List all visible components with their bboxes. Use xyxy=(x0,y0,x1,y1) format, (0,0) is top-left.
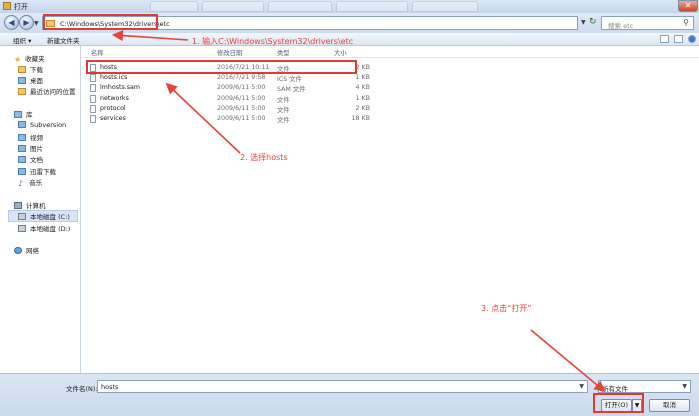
chevron-down-icon[interactable]: ▼ xyxy=(682,383,687,390)
nav-drive-d[interactable]: 本地磁盘 (D:) xyxy=(18,223,70,233)
refresh-icon[interactable]: ↻ xyxy=(589,17,597,27)
nav-pictures[interactable]: 图片 xyxy=(18,143,43,153)
navigation-pane: ★ 收藏夹 下载 桌面 最近访问的位置 库 Subversion 视频 图片 文档… xyxy=(0,46,81,373)
network-icon xyxy=(14,247,22,254)
file-icon xyxy=(90,115,96,123)
annotation-step2: 2. 选择hosts xyxy=(240,153,288,162)
address-dropdown-icon[interactable]: ▼ xyxy=(581,19,586,26)
downloads-icon xyxy=(18,66,26,73)
nav-videos[interactable]: 视频 xyxy=(18,132,43,142)
search-placeholder: 搜索 etc xyxy=(608,22,634,30)
nav-downloads[interactable]: 下载 xyxy=(18,64,43,74)
file-list: 名称 修改日期 类型 大小 hosts 2016/7/21 10:11 文件 2… xyxy=(81,46,699,373)
nav-subversion[interactable]: Subversion xyxy=(18,121,66,129)
address-bar[interactable]: C:\Windows\System32\drivers\etc xyxy=(42,16,578,30)
folder-icon xyxy=(46,20,55,27)
nav-recent[interactable]: 最近访问的位置 xyxy=(18,86,76,96)
file-icon xyxy=(90,84,96,92)
open-button[interactable]: 打开(O) xyxy=(601,399,632,412)
subversion-icon xyxy=(18,121,26,128)
file-row[interactable]: lmhosts.sam 2009/6/11 5:00 SAM 文件 4 KB xyxy=(87,83,372,93)
chevron-down-icon[interactable]: ▼ xyxy=(579,383,584,390)
window-title: 打开 xyxy=(14,3,28,11)
file-type-value: 所有文件 xyxy=(602,385,628,393)
nav-network[interactable]: 网络 xyxy=(14,245,39,255)
video-icon xyxy=(18,134,26,141)
annotation-step3: 3. 点击“打开” xyxy=(481,304,532,313)
music-icon: ♪ xyxy=(18,179,24,188)
help-icon[interactable] xyxy=(688,35,696,43)
file-row[interactable]: services 2009/6/11 5:00 文件 18 KB xyxy=(87,114,372,124)
title-bar: 打开 ✕ xyxy=(0,0,699,13)
background-tabs xyxy=(150,1,480,12)
address-row: ◀ ▶ ▼ C:\Windows\System32\drivers\etc ▼ … xyxy=(0,13,699,33)
picture-icon xyxy=(18,145,26,152)
address-path[interactable]: C:\Windows\System32\drivers\etc xyxy=(60,20,170,28)
library-icon xyxy=(14,111,22,118)
file-row[interactable]: networks 2009/6/11 5:00 文件 1 KB xyxy=(87,94,372,104)
file-icon xyxy=(90,95,96,103)
recent-places-icon xyxy=(18,88,26,95)
filename-input[interactable]: hosts ▼ xyxy=(97,380,588,393)
document-icon xyxy=(18,156,26,163)
annotation-step1: 1. 输入C:\Windows\System32\drivers\etc xyxy=(192,37,354,46)
organize-button[interactable]: 组织 ▾ xyxy=(13,35,31,45)
search-box[interactable]: 搜索 etc ⚲ xyxy=(601,16,694,30)
star-icon: ★ xyxy=(14,55,22,64)
nav-desktop[interactable]: 桌面 xyxy=(18,75,43,85)
forward-button[interactable]: ▶ xyxy=(19,15,34,30)
view-options-icon[interactable] xyxy=(660,35,669,43)
column-date[interactable]: 修改日期 xyxy=(217,48,242,57)
column-headers: 名称 修改日期 类型 大小 xyxy=(81,46,699,58)
new-folder-button[interactable]: 新建文件夹 xyxy=(47,35,80,45)
nav-documents[interactable]: 文档 xyxy=(18,154,43,164)
nav-library[interactable]: 库 xyxy=(14,109,33,119)
file-icon xyxy=(90,105,96,113)
filename-label: 文件名(N): xyxy=(66,385,98,393)
nav-favorites[interactable]: ★ 收藏夹 xyxy=(14,53,45,64)
preview-pane-icon[interactable] xyxy=(674,35,683,43)
open-options-dropdown[interactable]: ▼ xyxy=(632,399,642,412)
column-type[interactable]: 类型 xyxy=(277,48,290,57)
drive-icon xyxy=(18,225,26,232)
column-size[interactable]: 大小 xyxy=(334,48,347,57)
nav-computer[interactable]: 计算机 xyxy=(14,200,46,210)
file-row[interactable]: hosts.ics 2016/7/21 9:58 ICS 文件 1 KB xyxy=(87,73,372,83)
app-icon xyxy=(3,2,11,10)
computer-icon xyxy=(14,202,22,209)
close-button[interactable]: ✕ xyxy=(678,0,698,12)
file-type-select[interactable]: 所有文件 ▼ xyxy=(598,380,691,393)
history-dropdown-icon[interactable]: ▼ xyxy=(34,20,39,27)
cancel-button[interactable]: 取消 xyxy=(649,399,690,412)
thunder-download-icon xyxy=(18,168,26,175)
nav-music[interactable]: ♪ 音乐 xyxy=(18,177,42,188)
back-button[interactable]: ◀ xyxy=(4,15,19,30)
column-name[interactable]: 名称 xyxy=(91,48,104,57)
file-row[interactable]: hosts 2016/7/21 10:11 文件 2 KB xyxy=(87,63,372,73)
nav-drive-c[interactable]: 本地磁盘 (C:) xyxy=(8,210,78,222)
desktop-icon xyxy=(18,77,26,84)
bottom-bar: 文件名(N): hosts ▼ 所有文件 ▼ 打开(O) ▼ 取消 xyxy=(0,373,699,416)
search-icon[interactable]: ⚲ xyxy=(683,18,689,27)
file-icon xyxy=(90,74,96,82)
nav-thunder-downloads[interactable]: 迅雷下载 xyxy=(18,166,56,176)
filename-value[interactable]: hosts xyxy=(101,383,118,391)
file-row[interactable]: protocol 2009/6/11 5:00 文件 2 KB xyxy=(87,104,372,114)
drive-icon xyxy=(18,213,26,220)
file-icon xyxy=(90,64,96,72)
